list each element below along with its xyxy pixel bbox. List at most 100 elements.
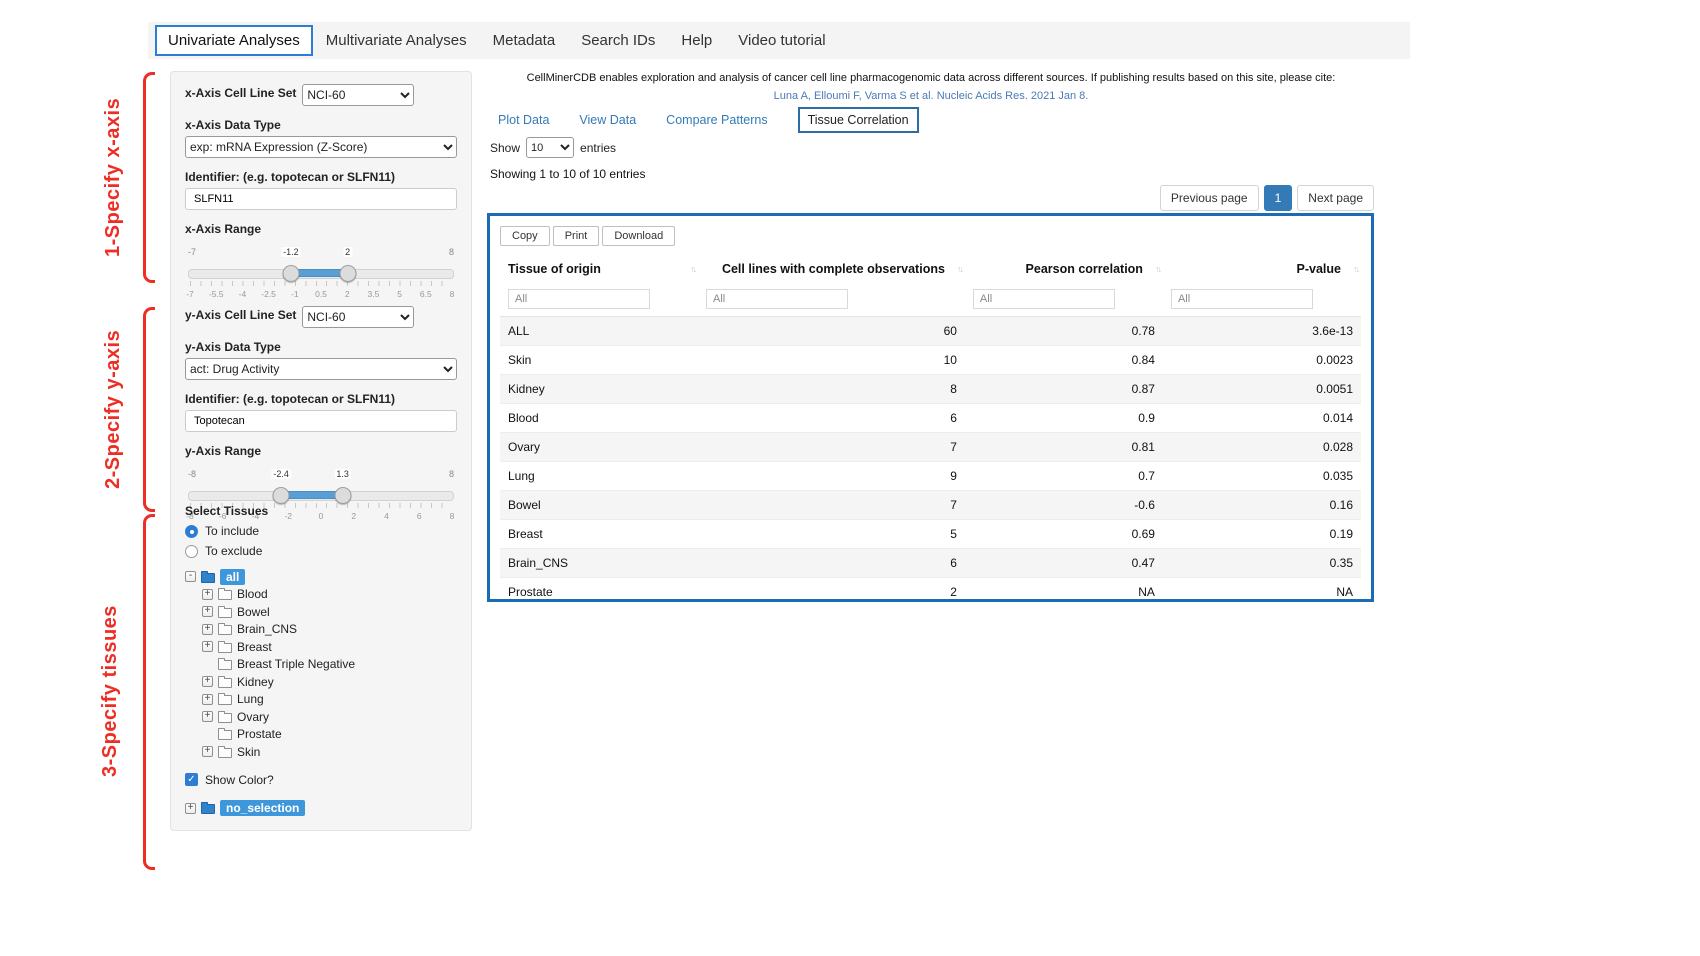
tree-node[interactable]: Prostate xyxy=(202,726,457,744)
x-axis-range-slider[interactable]: -7 8 -1.2 2 -7-5.5-4-2.5-10.523.556.58 xyxy=(188,260,454,310)
filter-input-cell-lines[interactable] xyxy=(706,289,848,309)
y-data-type-label: y-Axis Data Type xyxy=(185,340,457,354)
tree-node[interactable]: + Ovary xyxy=(202,708,457,726)
table-row[interactable]: Lung 9 0.7 0.035 xyxy=(500,462,1361,491)
exclude-radio-row[interactable]: To exclude xyxy=(185,544,457,558)
sort-icon[interactable]: ↑↓ xyxy=(690,264,695,274)
tree-node-all[interactable]: - all xyxy=(185,568,457,586)
sort-icon[interactable]: ↑↓ xyxy=(1155,264,1160,274)
filter-input-p-value[interactable] xyxy=(1171,289,1313,309)
expand-icon[interactable]: + xyxy=(202,694,213,705)
tissue-cell: Skin xyxy=(500,346,698,375)
table-row[interactable]: Prostate 2 NA NA xyxy=(500,578,1361,607)
expand-icon[interactable]: + xyxy=(202,676,213,687)
tissue-correlation-panel: Copy Print Download Tissue of origin ↑↓ xyxy=(487,213,1374,602)
y-cell-line-set-select[interactable]: NCI-60 xyxy=(302,306,414,328)
exclude-radio[interactable] xyxy=(185,545,198,558)
folder-icon xyxy=(218,660,232,670)
page-length-select[interactable]: 10 xyxy=(526,137,574,158)
tree-node[interactable]: + Skin xyxy=(202,743,457,761)
tree-node[interactable]: Breast Triple Negative xyxy=(202,656,457,674)
p-value-cell: 3.6e-13 xyxy=(1163,317,1361,346)
y-identifier-input[interactable] xyxy=(185,410,457,432)
include-radio-row[interactable]: To include xyxy=(185,524,457,538)
expand-icon[interactable]: + xyxy=(185,803,196,814)
filter-input-tissue[interactable] xyxy=(508,289,650,309)
page-length-control: Show 10 entries xyxy=(490,137,616,158)
tree-node[interactable]: + Bowel xyxy=(202,603,457,621)
nav-tab[interactable]: Help xyxy=(668,25,725,56)
table-row[interactable]: Ovary 7 0.81 0.028 xyxy=(500,433,1361,462)
tree-node[interactable]: + Kidney xyxy=(202,673,457,691)
tree-node[interactable]: + Blood xyxy=(202,586,457,604)
collapse-icon[interactable]: - xyxy=(185,571,196,582)
export-button[interactable]: Print xyxy=(553,226,600,246)
filter-input-pearson[interactable] xyxy=(973,289,1115,309)
tree-node-label: Skin xyxy=(237,745,260,759)
previous-page-button[interactable]: Previous page xyxy=(1160,185,1259,211)
x-cell-line-set-select[interactable]: NCI-60 xyxy=(302,84,414,106)
current-page-button[interactable]: 1 xyxy=(1264,185,1293,211)
expand-icon[interactable]: + xyxy=(202,589,213,600)
slider-handle-from[interactable] xyxy=(273,487,290,504)
p-value-cell: 0.35 xyxy=(1163,549,1361,578)
slider-tick-label: 5 xyxy=(397,289,402,299)
table-row[interactable]: ALL 60 0.78 3.6e-13 xyxy=(500,317,1361,346)
tree-node-no-selection[interactable]: + no_selection xyxy=(185,800,457,818)
range-from-label: -2.4 xyxy=(271,469,291,479)
x-data-type-select[interactable]: exp: mRNA Expression (Z-Score) xyxy=(185,136,457,158)
tissue-tree-children: + Blood + Bowel + xyxy=(202,586,457,761)
tree-node[interactable]: + Lung xyxy=(202,691,457,709)
column-header[interactable]: Cell lines with complete observations ↑↓ xyxy=(698,256,965,282)
nav-tab[interactable]: Multivariate Analyses xyxy=(313,25,480,56)
table-row[interactable]: Brain_CNS 6 0.47 0.35 xyxy=(500,549,1361,578)
tree-node[interactable]: + Breast xyxy=(202,638,457,656)
table-row[interactable]: Bowel 7 -0.6 0.16 xyxy=(500,491,1361,520)
x-cell-line-set-label: x-Axis Cell Line Set xyxy=(185,86,296,100)
show-color-row[interactable]: ✓ Show Color? xyxy=(185,773,457,787)
x-identifier-input[interactable] xyxy=(185,188,457,210)
table-row[interactable]: Blood 6 0.9 0.014 xyxy=(500,404,1361,433)
pearson-cell: 0.87 xyxy=(965,375,1163,404)
column-header[interactable]: Pearson correlation ↑↓ xyxy=(965,256,1163,282)
expand-icon[interactable]: + xyxy=(202,711,213,722)
next-page-button[interactable]: Next page xyxy=(1297,185,1374,211)
table-row[interactable]: Kidney 8 0.87 0.0051 xyxy=(500,375,1361,404)
citation-link[interactable]: Luna A, Elloumi F, Varma S et al. Nuclei… xyxy=(488,90,1374,102)
export-button[interactable]: Copy xyxy=(500,226,550,246)
nav-tab[interactable]: Univariate Analyses xyxy=(155,25,313,56)
tree-node[interactable]: + Brain_CNS xyxy=(202,621,457,639)
folder-icon xyxy=(218,713,232,723)
p-value-cell: 0.028 xyxy=(1163,433,1361,462)
slider-handle-from[interactable] xyxy=(282,265,299,282)
nav-tab[interactable]: Metadata xyxy=(480,25,569,56)
analysis-tab[interactable]: View Data xyxy=(579,113,636,127)
x-range-label: x-Axis Range xyxy=(185,222,457,236)
y-range-label: y-Axis Range xyxy=(185,444,457,458)
analysis-tab[interactable]: Plot Data xyxy=(498,113,549,127)
cell-lines-cell: 6 xyxy=(698,404,965,433)
include-radio[interactable] xyxy=(185,525,198,538)
column-header[interactable]: P-value ↑↓ xyxy=(1163,256,1361,282)
show-color-checkbox[interactable]: ✓ xyxy=(185,773,198,786)
export-button[interactable]: Download xyxy=(602,226,675,246)
expand-icon[interactable]: + xyxy=(202,624,213,635)
table-header-row: Tissue of origin ↑↓ Cell lines with comp… xyxy=(500,256,1361,282)
expand-icon[interactable]: + xyxy=(202,641,213,652)
table-row[interactable]: Breast 5 0.69 0.19 xyxy=(500,520,1361,549)
nav-tab[interactable]: Video tutorial xyxy=(725,25,838,56)
folder-icon xyxy=(218,608,232,618)
column-header[interactable]: Tissue of origin ↑↓ xyxy=(500,256,698,282)
analysis-tab[interactable]: Tissue Correlation xyxy=(798,107,919,133)
sort-icon[interactable]: ↑↓ xyxy=(1353,264,1358,274)
expand-icon[interactable]: + xyxy=(202,606,213,617)
folder-icon xyxy=(218,695,232,705)
expand-icon[interactable]: + xyxy=(202,746,213,757)
table-row[interactable]: Skin 10 0.84 0.0023 xyxy=(500,346,1361,375)
sort-icon[interactable]: ↑↓ xyxy=(957,264,962,274)
slider-handle-to[interactable] xyxy=(334,487,351,504)
slider-handle-to[interactable] xyxy=(339,265,356,282)
y-data-type-select[interactable]: act: Drug Activity xyxy=(185,358,457,380)
nav-tab[interactable]: Search IDs xyxy=(568,25,668,56)
analysis-tab[interactable]: Compare Patterns xyxy=(666,113,767,127)
